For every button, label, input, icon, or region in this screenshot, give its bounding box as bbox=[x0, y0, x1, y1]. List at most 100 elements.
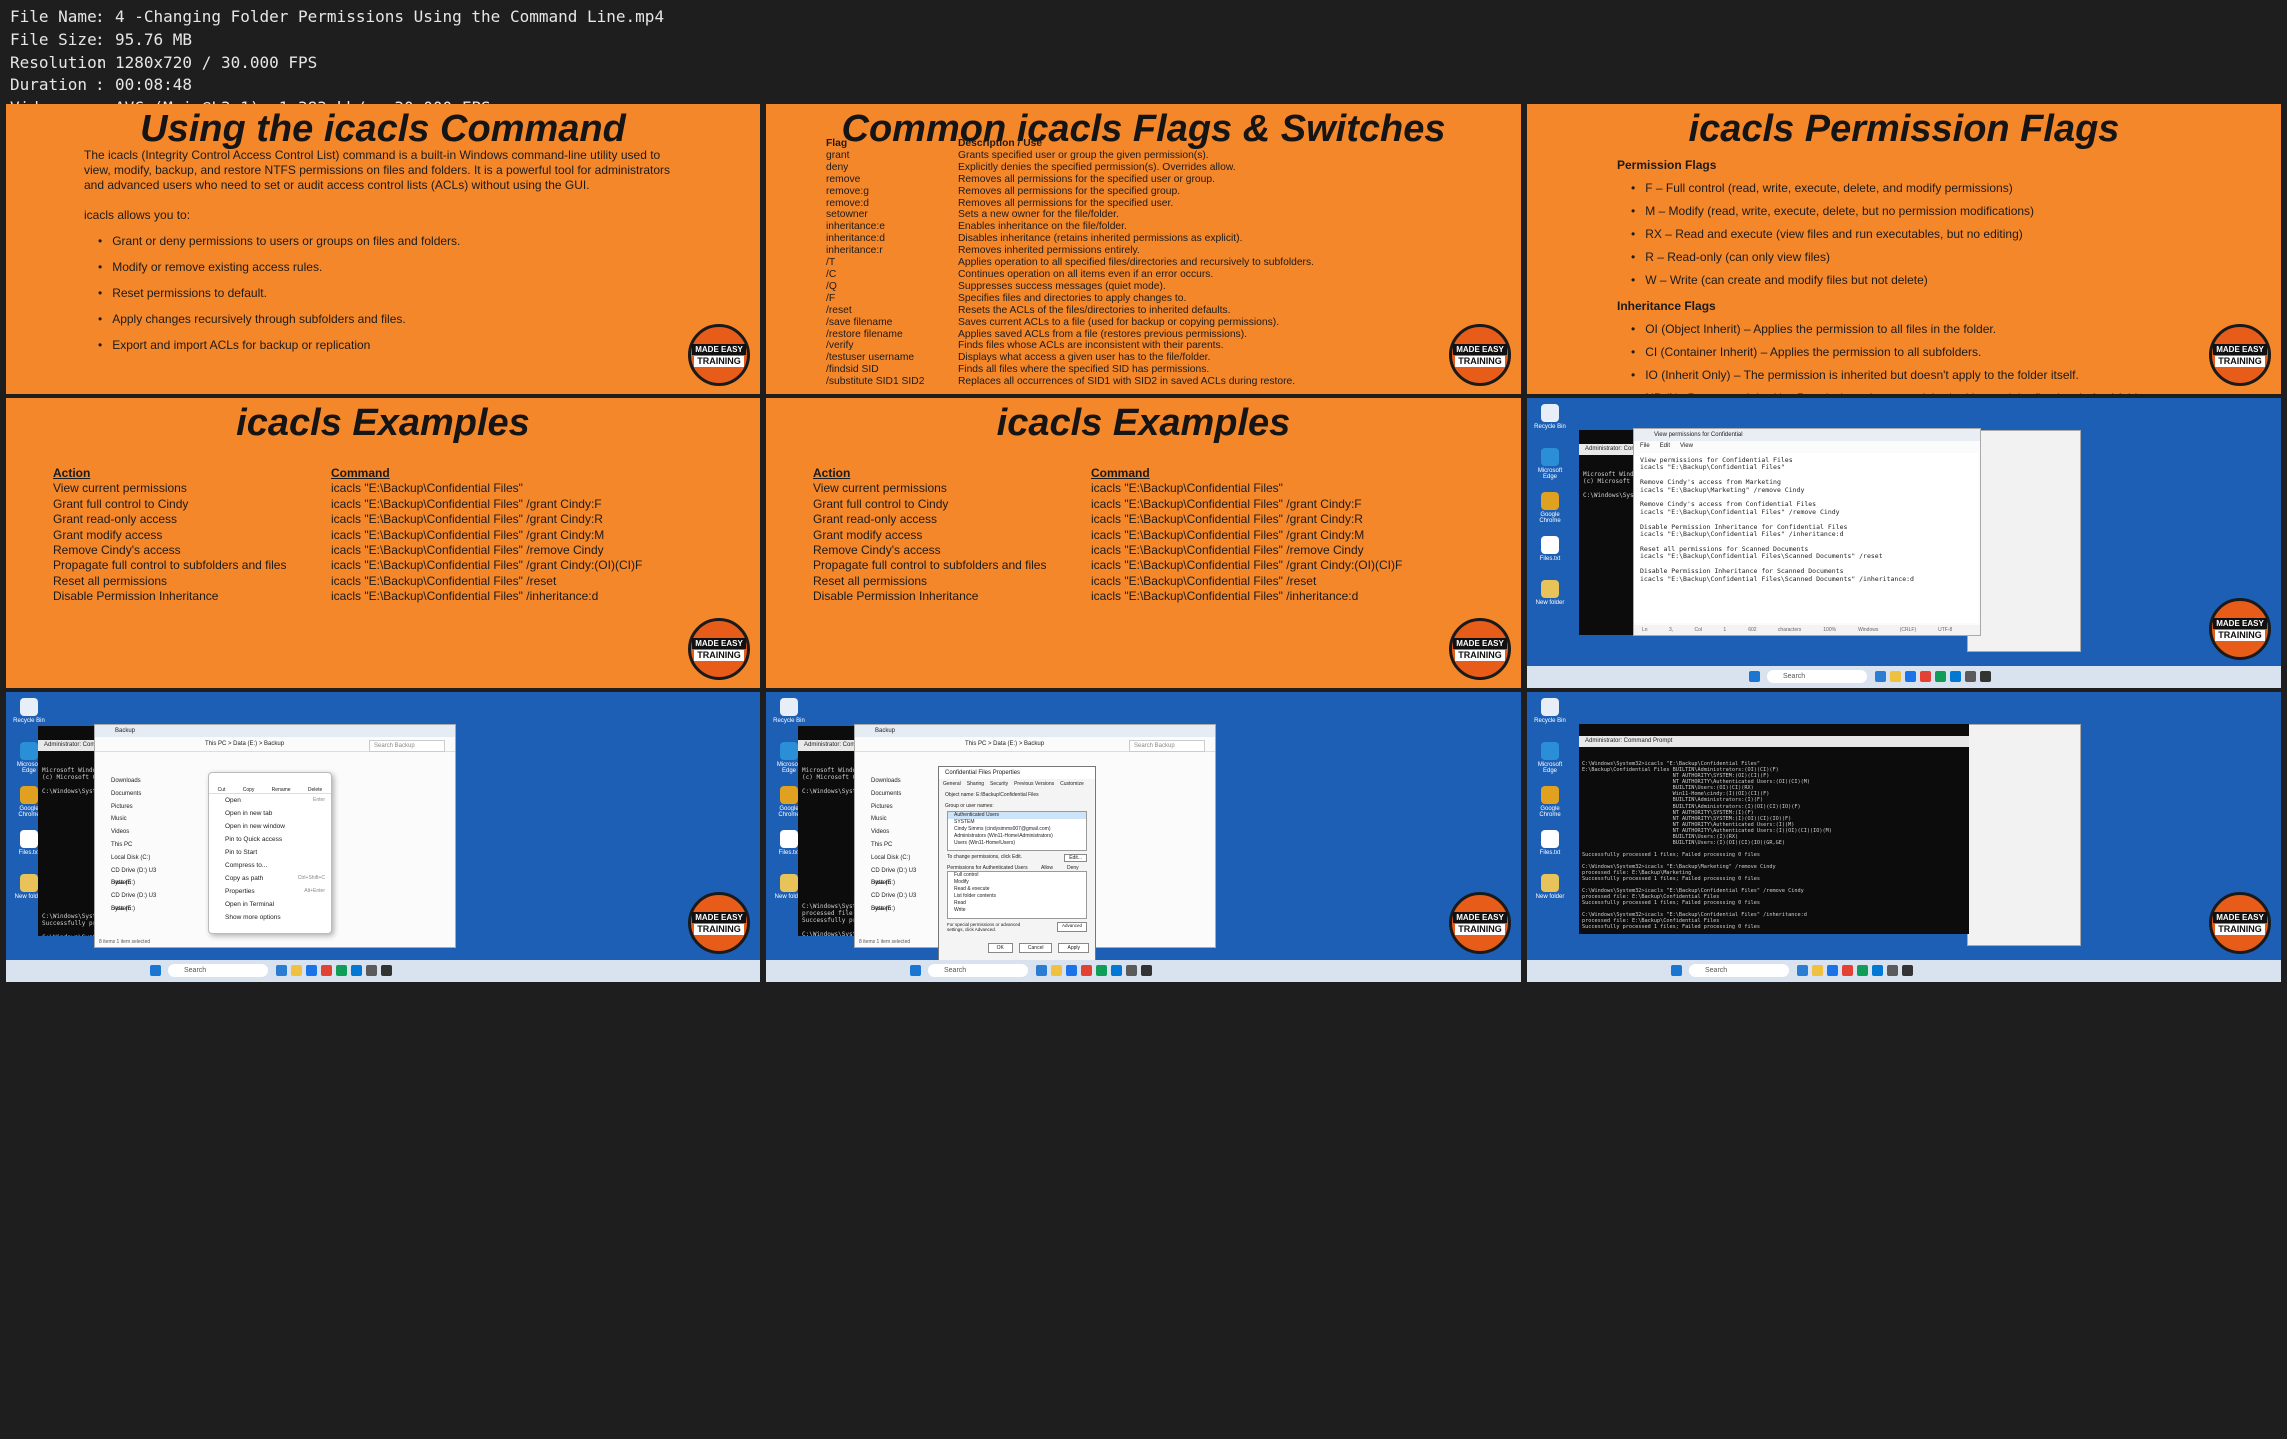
dialog-button[interactable]: Cancel bbox=[1018, 943, 1053, 953]
recycle-bin-icon[interactable]: Recycle Bin bbox=[772, 698, 806, 724]
start-button-icon[interactable] bbox=[910, 965, 921, 976]
notepad-menu-item[interactable]: View bbox=[1680, 443, 1693, 449]
context-quick-action[interactable]: Delete bbox=[308, 787, 322, 793]
user-list-item[interactable]: Authenticated Users bbox=[948, 812, 1086, 819]
nav-item[interactable]: CD Drive (D:) U3 System bbox=[855, 865, 933, 887]
taskbar-app-icon[interactable] bbox=[336, 965, 347, 976]
notepad-menu-item[interactable]: Edit bbox=[1660, 443, 1670, 449]
command-prompt-window[interactable]: Administrator: Command Prompt C:\Windows… bbox=[1579, 724, 1969, 934]
taskbar-app-icon[interactable] bbox=[1920, 671, 1931, 682]
start-button-icon[interactable] bbox=[150, 965, 161, 976]
nav-item[interactable]: Videos bbox=[95, 826, 173, 839]
taskbar-app-icon[interactable] bbox=[1857, 965, 1868, 976]
context-quick-action[interactable]: Cut bbox=[218, 787, 226, 793]
taskbar-app-icon[interactable] bbox=[1935, 671, 1946, 682]
taskbar-app-icon[interactable] bbox=[276, 965, 287, 976]
taskbar-app-icon[interactable] bbox=[1111, 965, 1122, 976]
folder-icon[interactable]: New folder bbox=[1533, 580, 1567, 606]
context-menu-quick-actions[interactable]: Cut Copy Rename Delete bbox=[209, 773, 331, 794]
context-menu-item[interactable]: Open in new window bbox=[209, 820, 331, 833]
nav-item[interactable]: This PC bbox=[95, 839, 173, 852]
properties-dialog[interactable]: Confidential Files Properties General Sha… bbox=[938, 766, 1096, 964]
taskbar-app-icon[interactable] bbox=[1066, 965, 1077, 976]
context-menu-item[interactable]: Open in new tab bbox=[209, 807, 331, 820]
taskbar-app-icon[interactable] bbox=[321, 965, 332, 976]
chrome-icon[interactable]: Google Chrome bbox=[1533, 786, 1567, 818]
dialog-tabs[interactable]: General Sharing Security Previous Versions C… bbox=[939, 779, 1095, 789]
nav-item[interactable]: Documents bbox=[855, 788, 933, 801]
dialog-button[interactable]: OK bbox=[987, 943, 1013, 953]
context-menu-item[interactable]: Open Enter bbox=[209, 794, 331, 807]
context-menu-item[interactable]: Pin to Start bbox=[209, 846, 331, 859]
notepad-menu[interactable]: File Edit View bbox=[1634, 441, 1980, 451]
nav-item[interactable]: Data (E:) bbox=[855, 903, 933, 916]
tab-backup[interactable]: Backup bbox=[855, 725, 1215, 737]
context-menu-item[interactable]: Properties Alt+Enter bbox=[209, 885, 331, 898]
start-button-icon[interactable] bbox=[1671, 965, 1682, 976]
nav-item[interactable]: CD Drive (D:) U3 System bbox=[95, 865, 173, 887]
taskbar-app-icon[interactable] bbox=[1842, 965, 1853, 976]
navigation-pane[interactable]: Downloads Documents Pictures Music Videos Thi… bbox=[95, 775, 173, 916]
folder-icon[interactable]: New folder bbox=[1533, 874, 1567, 900]
context-menu-item[interactable]: Open in Terminal bbox=[209, 898, 331, 911]
dialog-tab[interactable]: Security bbox=[990, 779, 1008, 789]
taskbar-app-icon[interactable] bbox=[1890, 671, 1901, 682]
notepad-menu-item[interactable]: File bbox=[1640, 443, 1650, 449]
taskbar-app-icon[interactable] bbox=[366, 965, 377, 976]
taskbar-app-icon[interactable] bbox=[1797, 965, 1808, 976]
context-menu[interactable]: Cut Copy Rename Delete Open Enter Open in new… bbox=[208, 772, 332, 934]
taskbar-app-icon[interactable] bbox=[1950, 671, 1961, 682]
context-menu-item[interactable]: Pin to Quick access bbox=[209, 833, 331, 846]
nav-item[interactable]: Data (E:) bbox=[95, 877, 173, 890]
advanced-button[interactable]: Advanced bbox=[1056, 922, 1087, 932]
taskbar-app-icon[interactable] bbox=[351, 965, 362, 976]
taskbar-app-icon[interactable] bbox=[381, 965, 392, 976]
text-file-icon[interactable]: Files.txt bbox=[1533, 536, 1567, 562]
taskbar-app-icon[interactable] bbox=[1036, 965, 1047, 976]
taskbar-app-icon[interactable] bbox=[1096, 965, 1107, 976]
recycle-bin-icon[interactable]: Recycle Bin bbox=[12, 698, 46, 724]
taskbar-search[interactable]: Search bbox=[1689, 964, 1789, 977]
dialog-tab[interactable]: Sharing bbox=[967, 779, 984, 789]
nav-item[interactable]: Music bbox=[95, 813, 173, 826]
nav-item[interactable]: CD Drive (D:) U3 System bbox=[855, 890, 933, 912]
taskbar[interactable]: Search bbox=[1527, 960, 2281, 982]
taskbar-app-icon[interactable] bbox=[1051, 965, 1062, 976]
taskbar-app-icon[interactable] bbox=[1965, 671, 1976, 682]
nav-item[interactable]: Pictures bbox=[855, 801, 933, 814]
taskbar-app-icon[interactable] bbox=[1126, 965, 1137, 976]
taskbar-app-icon[interactable] bbox=[1872, 965, 1883, 976]
search-input[interactable]: Search Backup bbox=[1129, 740, 1205, 752]
chrome-icon[interactable]: Google Chrome bbox=[1533, 492, 1567, 524]
navigation-pane[interactable]: Downloads Documents Pictures Music Videos Thi… bbox=[855, 775, 933, 916]
edge-icon[interactable]: Microsoft Edge bbox=[1533, 742, 1567, 774]
edit-button[interactable]: Edit... bbox=[1064, 854, 1087, 862]
recycle-bin-icon[interactable]: Recycle Bin bbox=[1533, 698, 1567, 724]
nav-item[interactable]: Data (E:) bbox=[855, 877, 933, 890]
dialog-tab[interactable]: Customize bbox=[1060, 779, 1084, 789]
nav-item[interactable]: Downloads bbox=[855, 775, 933, 788]
nav-item[interactable]: Local Disk (C:) bbox=[855, 852, 933, 865]
taskbar-app-icon[interactable] bbox=[1905, 671, 1916, 682]
taskbar-app-icon[interactable] bbox=[1980, 671, 1991, 682]
recycle-bin-icon[interactable]: Recycle Bin bbox=[1533, 404, 1567, 430]
taskbar-app-icon[interactable] bbox=[1827, 965, 1838, 976]
nav-item[interactable]: Videos bbox=[855, 826, 933, 839]
taskbar-search[interactable]: Search bbox=[1767, 670, 1867, 683]
taskbar[interactable]: Search bbox=[766, 960, 1521, 982]
nav-item[interactable]: This PC bbox=[855, 839, 933, 852]
taskbar-app-icon[interactable] bbox=[306, 965, 317, 976]
taskbar-search[interactable]: Search bbox=[928, 964, 1028, 977]
context-menu-item[interactable]: Copy as path Ctrl+Shift+C bbox=[209, 872, 331, 885]
notepad-text[interactable]: View permissions for Confidential Files … bbox=[1634, 453, 1978, 623]
taskbar-app-icon[interactable] bbox=[1902, 965, 1913, 976]
taskbar-app-icon[interactable] bbox=[291, 965, 302, 976]
search-input[interactable]: Search Backup bbox=[369, 740, 445, 752]
taskbar-search[interactable]: Search bbox=[168, 964, 268, 977]
dialog-button[interactable]: Apply bbox=[1058, 943, 1089, 953]
nav-item[interactable]: Music bbox=[855, 813, 933, 826]
nav-item[interactable]: CD Drive (D:) U3 System bbox=[95, 890, 173, 912]
user-list-item[interactable]: Users (Win11-Home\Users) bbox=[948, 840, 1086, 847]
taskbar-app-icon[interactable] bbox=[1887, 965, 1898, 976]
nav-item[interactable]: Downloads bbox=[95, 775, 173, 788]
